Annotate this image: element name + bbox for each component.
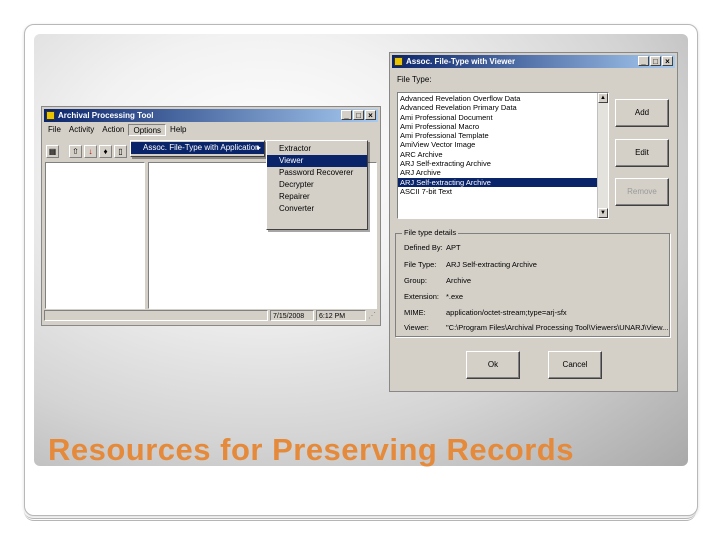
scroll-up-icon[interactable]: ▲ (598, 93, 608, 103)
filetype-listbox[interactable]: Advanced Revelation Overflow Data Advanc… (397, 92, 609, 219)
apt-title: Archival Processing Tool (58, 111, 154, 120)
status-time: 6:12 PM (316, 310, 366, 321)
list-item[interactable]: ARJ Self-extracting Archive (398, 159, 608, 168)
dialog-minimize-button[interactable]: _ (638, 56, 649, 66)
menu-item-assoc-filetype[interactable]: Assoc. File-Type with Application ▸ (131, 142, 264, 154)
ok-button[interactable]: Ok (466, 351, 520, 379)
minimize-button[interactable]: _ (341, 110, 352, 120)
menu-file[interactable]: File (44, 124, 65, 136)
edit-button[interactable]: Edit (615, 139, 669, 167)
red-arrow-icon[interactable]: ↓ (84, 144, 97, 158)
submenu-item-decrypter[interactable]: Decrypter (267, 179, 367, 191)
submenu-item-repairer[interactable]: Repairer (267, 191, 367, 203)
list-item[interactable]: ASCII 7-bit Text (398, 187, 608, 196)
app-icon (46, 111, 55, 120)
submenu-arrow-icon: ▸ (256, 143, 261, 152)
folder-up-icon[interactable]: ⇧ (69, 144, 82, 158)
key-icon[interactable]: ♦ (99, 144, 112, 158)
list-item[interactable]: Ami Professional Document (398, 113, 608, 122)
close-button[interactable]: × (365, 110, 376, 120)
list-item[interactable]: AmiView Vector Image (398, 140, 608, 149)
resize-grip-icon[interactable]: ⋰ (368, 310, 376, 322)
dialog-icon (394, 57, 403, 66)
filetype-label: File Type: (397, 75, 432, 84)
submenu-item-password-recoverer[interactable]: Password Recoverer (267, 167, 367, 179)
status-empty (44, 310, 268, 321)
apt-statusbar: 7/15/2008 6:12 PM ⋰ (44, 310, 378, 322)
menu-help[interactable]: Help (166, 124, 190, 136)
cancel-button[interactable]: Cancel (548, 351, 602, 379)
details-caption: File type details (402, 228, 459, 237)
list-scrollbar[interactable]: ▲ ▼ (597, 93, 608, 218)
menu-activity[interactable]: Activity (65, 124, 98, 136)
list-item[interactable]: ARC Archive (398, 150, 608, 159)
tree-pane[interactable] (45, 162, 145, 309)
maximize-button[interactable]: □ (353, 110, 364, 120)
slide: Archival Processing Tool _ □ × File Acti… (0, 0, 720, 540)
list-item[interactable]: Advanced Revelation Overflow Data (398, 94, 608, 103)
options-menu: Assoc. File-Type with Application ▸ (130, 140, 265, 157)
dialog-close-button[interactable]: × (662, 56, 673, 66)
apt-titlebar: Archival Processing Tool _ □ × (44, 109, 378, 122)
status-date: 7/15/2008 (270, 310, 314, 321)
list-item[interactable]: Ami Professional Macro (398, 122, 608, 131)
book-icon[interactable]: ▯ (114, 144, 127, 158)
grid-icon[interactable]: ▦ (46, 144, 59, 158)
slide-title: Resources for Preserving Records (48, 432, 574, 467)
scroll-down-icon[interactable]: ▼ (598, 208, 608, 218)
assoc-titlebar: Assoc. File-Type with Viewer _ □ × (392, 55, 675, 68)
assoc-submenu: Extractor Viewer Password Recoverer Decr… (266, 140, 368, 230)
apt-menubar: File Activity Action Options Help (44, 124, 378, 136)
list-item-selected[interactable]: ARJ Self-extracting Archive (398, 177, 608, 187)
submenu-item-extractor[interactable]: Extractor (267, 143, 367, 155)
submenu-item-converter[interactable]: Converter (267, 203, 367, 215)
list-item[interactable]: ARJ Archive (398, 168, 608, 177)
list-item[interactable]: Advanced Revelation Primary Data (398, 103, 608, 112)
submenu-item-viewer[interactable]: Viewer (267, 155, 367, 167)
menu-options[interactable]: Options (128, 124, 167, 136)
remove-button[interactable]: Remove (615, 178, 669, 206)
menu-action[interactable]: Action (98, 124, 128, 136)
list-item[interactable]: Ami Professional Template (398, 131, 608, 140)
assoc-title: Assoc. File-Type with Viewer (406, 57, 516, 66)
slide-bottom-rule (24, 506, 696, 521)
filetype-details-group: File type details Defined By: APT File T… (395, 228, 670, 337)
dialog-maximize-button[interactable]: □ (650, 56, 661, 66)
add-button[interactable]: Add (615, 99, 669, 127)
assoc-dialog: Assoc. File-Type with Viewer _ □ × File … (389, 52, 678, 392)
